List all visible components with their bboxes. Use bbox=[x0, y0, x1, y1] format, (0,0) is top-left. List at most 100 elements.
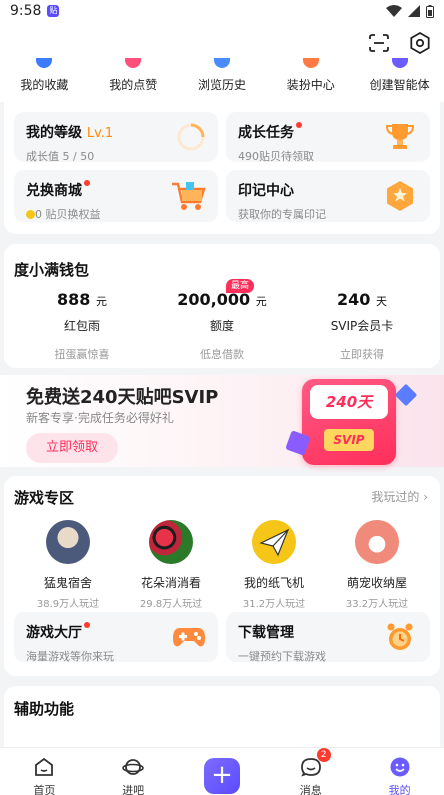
tile-sub: 海量游戏等你来玩 bbox=[26, 650, 114, 663]
wallet-item-redpacket[interactable]: 888 元 红包雨 扭蛋赢惊喜 bbox=[8, 290, 156, 362]
game-count: 29.8万人玩过 bbox=[139, 599, 203, 610]
game-name: 猛鬼宿舍 bbox=[43, 576, 92, 590]
tab-forums[interactable]: 进吧 bbox=[89, 748, 178, 795]
tab-label: 消息 bbox=[299, 784, 322, 795]
game-item[interactable]: 猛鬼宿舍 38.9万人玩过 bbox=[16, 520, 120, 610]
level-badge: Lv.1 bbox=[86, 126, 114, 141]
game-avatar bbox=[355, 520, 399, 564]
value-number: 888 bbox=[57, 290, 91, 309]
game-item[interactable]: 萌宠收纳屋 33.2万人玩过 bbox=[325, 520, 429, 610]
tile-game-hall[interactable]: 游戏大厅 海量游戏等你来玩 bbox=[14, 612, 218, 663]
tab-post[interactable]: + bbox=[178, 748, 267, 795]
agent-icon bbox=[391, 58, 408, 68]
played-link-label: 我玩过的 bbox=[371, 490, 420, 504]
wallet-title: 度小满钱包 bbox=[14, 261, 90, 279]
game-avatar bbox=[149, 520, 193, 564]
svip-card-image: 240天SVIP SVIP bbox=[302, 379, 396, 465]
chevron-right-icon: › bbox=[423, 490, 428, 504]
scan-button[interactable] bbox=[366, 30, 392, 56]
notification-dot bbox=[84, 622, 90, 628]
wallet-value: 200,000 元 bbox=[148, 290, 296, 309]
status-time: 9:58 bbox=[10, 3, 42, 19]
signal-icon bbox=[408, 5, 420, 17]
tab-label: 我的 bbox=[388, 784, 411, 795]
quick-create-agent[interactable]: 创建智能体 bbox=[355, 58, 444, 102]
home-icon bbox=[35, 757, 54, 776]
aux-title: 辅助功能 bbox=[14, 700, 75, 718]
svip-card-text: 240天SVIP bbox=[310, 385, 388, 445]
game-count: 38.9万人玩过 bbox=[36, 599, 100, 610]
wallet-item-svip[interactable]: 240 天 SVIP会员卡 立即获得 bbox=[288, 290, 436, 362]
wallet-desc: 低息借款 bbox=[200, 348, 244, 361]
value-number: 200,000 bbox=[177, 290, 251, 309]
value-unit: 元 bbox=[95, 295, 107, 308]
game-item[interactable]: 我的纸飞机 31.2万人玩过 bbox=[222, 520, 326, 610]
paper-plane-icon bbox=[259, 528, 290, 557]
top-bar bbox=[0, 22, 444, 62]
wallet-item-credit[interactable]: 200,000 元 额度 低息借款 bbox=[148, 290, 296, 362]
tile-mall[interactable]: 兑换商城 0 贴贝换权益 bbox=[14, 170, 218, 222]
wallet-value: 240 天 bbox=[288, 290, 436, 309]
wallet-value: 888 元 bbox=[8, 290, 156, 309]
battery-icon bbox=[426, 4, 434, 18]
profile-face-icon bbox=[390, 757, 410, 777]
quick-label: 装扮中心 bbox=[286, 78, 335, 92]
likes-icon bbox=[125, 58, 142, 68]
mall-title: 兑换商城 bbox=[26, 183, 82, 199]
wallet-name: 红包雨 bbox=[63, 319, 100, 333]
app-notification-icon: 贴 bbox=[47, 5, 60, 17]
quick-label: 浏览历史 bbox=[197, 78, 246, 92]
gem-decoration-icon bbox=[394, 383, 418, 407]
tab-home[interactable]: 首页 bbox=[0, 748, 89, 795]
wallet-desc: 扭蛋赢惊喜 bbox=[54, 348, 110, 361]
scan-icon bbox=[369, 34, 389, 52]
quick-label: 创建智能体 bbox=[369, 78, 430, 92]
dressup-icon bbox=[302, 58, 319, 68]
quick-dressup[interactable]: 装扮中心 bbox=[266, 58, 355, 102]
svip-logo: SVIP bbox=[324, 429, 374, 451]
settings-button[interactable] bbox=[407, 30, 433, 56]
trophy-icon bbox=[386, 124, 414, 149]
alarm-clock-icon bbox=[387, 623, 413, 650]
tile-level[interactable]: 我的等级 Lv.1 成长值 5 / 50 bbox=[14, 112, 218, 163]
game-name: 我的纸飞机 bbox=[243, 576, 304, 590]
message-badge: 2 bbox=[316, 748, 331, 762]
game-name: 萌宠收纳屋 bbox=[346, 576, 407, 590]
wallet-desc: 立即获得 bbox=[340, 348, 384, 361]
played-games-link[interactable]: 我玩过的 › bbox=[371, 488, 428, 505]
level-progress-ring bbox=[177, 123, 205, 151]
svip-banner[interactable]: 免费送240天贴吧SVIP 新客专享·完成任务必得好礼 立即领取 240天 SVI… bbox=[0, 375, 444, 467]
history-icon bbox=[213, 58, 230, 68]
tab-me[interactable]: 我的 bbox=[355, 748, 444, 795]
game-count: 31.2万人玩过 bbox=[242, 599, 306, 610]
quick-label: 我的点赞 bbox=[109, 78, 158, 92]
tab-label: 首页 bbox=[33, 784, 56, 795]
coin-icon bbox=[26, 210, 35, 219]
status-bar: 9:58 贴 bbox=[0, 0, 444, 22]
gear-icon bbox=[410, 32, 430, 54]
favorites-icon bbox=[36, 58, 53, 68]
notification-dot bbox=[296, 122, 302, 128]
wallet-name: SVIP会员卡 bbox=[330, 319, 394, 333]
game-count: 33.2万人玩过 bbox=[345, 599, 409, 610]
quick-favorites[interactable]: 我的收藏 bbox=[0, 58, 89, 102]
game-item[interactable]: 花朵消消看 29.8万人玩过 bbox=[119, 520, 223, 610]
value-unit: 天 bbox=[375, 295, 387, 308]
quick-history[interactable]: 浏览历史 bbox=[178, 58, 267, 102]
gamepad-icon bbox=[173, 628, 205, 647]
quick-likes[interactable]: 我的点赞 bbox=[89, 58, 178, 102]
tile-imprint[interactable]: 印记中心 获取你的专属印记 bbox=[226, 170, 430, 222]
game-name: 花朵消消看 bbox=[140, 576, 201, 590]
claim-button[interactable]: 立即领取 bbox=[26, 433, 118, 463]
tile-download[interactable]: 下载管理 一键预约下载游戏 bbox=[226, 612, 430, 663]
imprint-badge-icon bbox=[387, 181, 413, 211]
tile-tasks[interactable]: 成长任务 490贴贝待领取 bbox=[226, 112, 430, 163]
planet-icon bbox=[122, 759, 144, 775]
status-icons bbox=[386, 4, 434, 18]
tasks-title: 成长任务 bbox=[238, 125, 294, 141]
game-avatar bbox=[252, 520, 296, 564]
mall-sub: 0 贴贝换权益 bbox=[35, 208, 101, 221]
hall-title: 游戏大厅 bbox=[26, 625, 82, 641]
tab-messages[interactable]: 2 消息 bbox=[266, 748, 355, 795]
value-number: 240 bbox=[337, 290, 371, 309]
